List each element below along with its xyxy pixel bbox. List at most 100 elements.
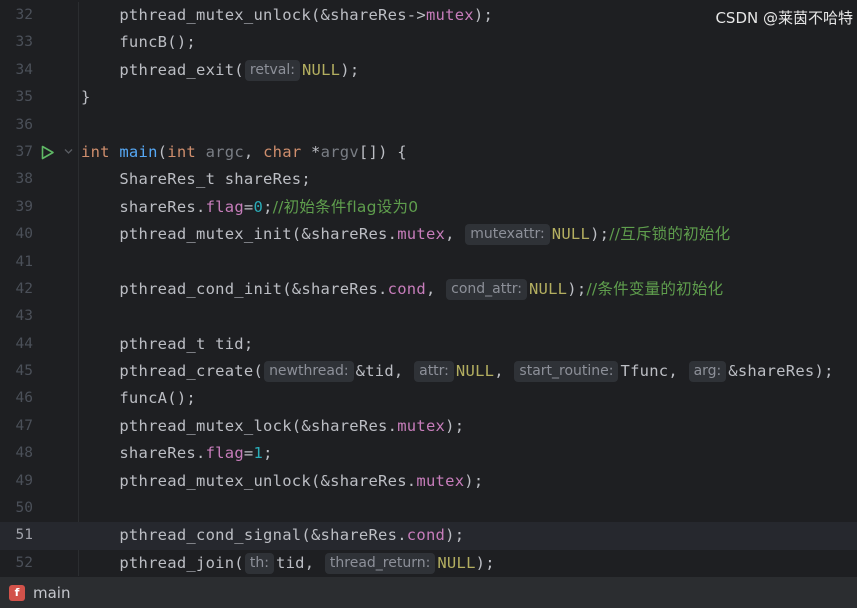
macro-token: NULL <box>551 225 591 244</box>
line-gutter[interactable]: 49 <box>0 468 78 495</box>
line-gutter[interactable]: 41 <box>0 249 78 276</box>
line-gutter[interactable]: 40 <box>0 221 78 248</box>
code-line[interactable]: 36 <box>0 112 857 139</box>
code-token: pthread_mutex_lock(&shareRes. <box>119 416 398 435</box>
code-text[interactable]: pthread_exit(retval: NULL); <box>81 57 359 84</box>
code-token: pthread_create( <box>119 362 264 381</box>
code-text[interactable]: pthread_t tid; <box>81 331 253 358</box>
line-gutter[interactable]: 48 <box>0 440 78 467</box>
run-gutter-icon[interactable] <box>40 145 55 160</box>
line-gutter[interactable]: 50 <box>0 495 78 522</box>
code-token: funcA(); <box>119 389 196 408</box>
keyword-token: int <box>81 142 120 161</box>
line-number: 44 <box>15 335 33 352</box>
code-text[interactable]: pthread_mutex_unlock(&shareRes->mutex); <box>81 2 493 29</box>
code-text[interactable]: pthread_join(th: tid, thread_return: NULL)… <box>81 550 495 576</box>
line-number: 42 <box>15 280 33 297</box>
macro-token: NULL <box>437 553 476 572</box>
field-token: mutex <box>397 416 446 435</box>
line-gutter[interactable]: 46 <box>0 385 78 412</box>
code-text[interactable]: pthread_mutex_lock(&shareRes.mutex); <box>81 413 464 440</box>
current-file-name[interactable]: main <box>33 584 70 602</box>
code-line[interactable]: 40 pthread_mutex_init(&shareRes.mutex, m… <box>0 221 857 248</box>
line-number: 41 <box>15 253 33 270</box>
field-token: cond <box>387 279 426 298</box>
line-gutter[interactable]: 42 <box>0 276 78 303</box>
parameter-hint: cond_attr: <box>446 278 527 300</box>
code-line[interactable]: 51 pthread_cond_signal(&shareRes.cond); <box>0 522 857 550</box>
parameter-hint: arg: <box>688 361 727 383</box>
line-gutter[interactable]: 38 <box>0 166 78 193</box>
line-gutter[interactable]: 44 <box>0 331 78 358</box>
number-token: 0 <box>253 197 264 216</box>
code-line[interactable]: 39 shareRes.flag=0;//初始条件flag设为0 <box>0 194 857 221</box>
code-editor[interactable]: 32 pthread_mutex_unlock(&shareRes->mutex… <box>0 2 857 576</box>
code-line[interactable]: 33 funcB(); <box>0 29 857 56</box>
line-number: 37 <box>15 143 33 160</box>
code-line[interactable]: 44 pthread_t tid; <box>0 331 857 358</box>
code-line[interactable]: 34 pthread_exit(retval: NULL); <box>0 57 857 84</box>
code-line[interactable]: 46 funcA(); <box>0 385 857 412</box>
code-line[interactable]: 48 shareRes.flag=1; <box>0 440 857 467</box>
line-gutter[interactable]: 32 <box>0 2 78 29</box>
code-line[interactable]: 50 <box>0 495 857 522</box>
code-text[interactable]: pthread_create(newthread: &tid, attr: NULL… <box>81 358 834 385</box>
code-token: funcB(); <box>119 33 196 52</box>
code-token: ); <box>445 416 465 435</box>
line-gutter[interactable]: 36 <box>0 112 78 139</box>
code-text[interactable]: pthread_cond_signal(&shareRes.cond); <box>81 522 464 549</box>
line-gutter[interactable]: 51 <box>0 522 78 549</box>
code-text[interactable]: shareRes.flag=1; <box>81 440 273 467</box>
line-gutter[interactable]: 34 <box>0 57 78 84</box>
code-line[interactable]: 38 ShareRes_t shareRes; <box>0 166 857 193</box>
line-gutter[interactable]: 33 <box>0 29 78 56</box>
code-token: pthread_t tid; <box>119 334 254 353</box>
code-line[interactable]: 35} <box>0 84 857 111</box>
line-gutter[interactable]: 39 <box>0 194 78 221</box>
code-text[interactable]: funcA(); <box>81 385 196 412</box>
parameter-hint: start_routine: <box>514 361 619 383</box>
line-gutter[interactable]: 43 <box>0 303 78 330</box>
code-token: pthread_mutex_init(&shareRes. <box>119 225 398 244</box>
code-line[interactable]: 41 <box>0 249 857 276</box>
line-gutter[interactable]: 45 <box>0 358 78 385</box>
code-text[interactable]: } <box>81 84 91 111</box>
code-token: tid, <box>276 553 324 572</box>
code-line[interactable]: 49 pthread_mutex_unlock(&shareRes.mutex)… <box>0 468 857 495</box>
code-text[interactable]: int main(int argc, char *argv[]) { <box>81 139 407 166</box>
code-text[interactable]: pthread_mutex_unlock(&shareRes.mutex); <box>81 468 483 495</box>
line-gutter[interactable]: 52 <box>0 550 78 576</box>
code-token: ); <box>464 471 484 490</box>
line-gutter[interactable]: 37 <box>0 139 78 166</box>
line-gutter[interactable]: 47 <box>0 413 78 440</box>
fold-chevron-icon[interactable] <box>63 146 74 157</box>
code-token: pthread_exit( <box>119 60 244 79</box>
line-number: 46 <box>15 390 33 407</box>
code-text[interactable]: funcB(); <box>81 29 196 56</box>
code-line[interactable]: 37 int main(int argc, char *argv[]) { <box>0 139 857 166</box>
line-gutter[interactable]: 35 <box>0 84 78 111</box>
code-token: } <box>81 88 91 107</box>
code-line[interactable]: 43 <box>0 303 857 330</box>
code-text[interactable]: ShareRes_t shareRes; <box>81 166 311 193</box>
code-line[interactable]: 47 pthread_mutex_lock(&shareRes.mutex); <box>0 413 857 440</box>
code-token: []) { <box>358 142 407 161</box>
parameter-token: argc <box>205 142 244 161</box>
code-line[interactable]: 45 pthread_create(newthread: &tid, attr: N… <box>0 358 857 385</box>
code-text[interactable]: pthread_cond_init(&shareRes.cond, cond_a… <box>81 276 723 303</box>
parameter-hint: attr: <box>414 361 454 383</box>
keyword-token: int <box>167 142 206 161</box>
code-token: , <box>494 362 514 381</box>
code-token: pthread_join( <box>119 553 244 572</box>
code-token: ; <box>263 444 273 463</box>
code-line[interactable]: 42 pthread_cond_init(&shareRes.cond, con… <box>0 276 857 303</box>
code-token: = <box>243 444 254 463</box>
line-number: 40 <box>15 226 33 243</box>
code-text[interactable]: shareRes.flag=0;//初始条件flag设为0 <box>81 194 418 221</box>
code-line[interactable]: 52 pthread_join(th: tid, thread_return: NU… <box>0 550 857 576</box>
code-text[interactable]: pthread_mutex_init(&shareRes.mutex, mute… <box>81 221 730 248</box>
